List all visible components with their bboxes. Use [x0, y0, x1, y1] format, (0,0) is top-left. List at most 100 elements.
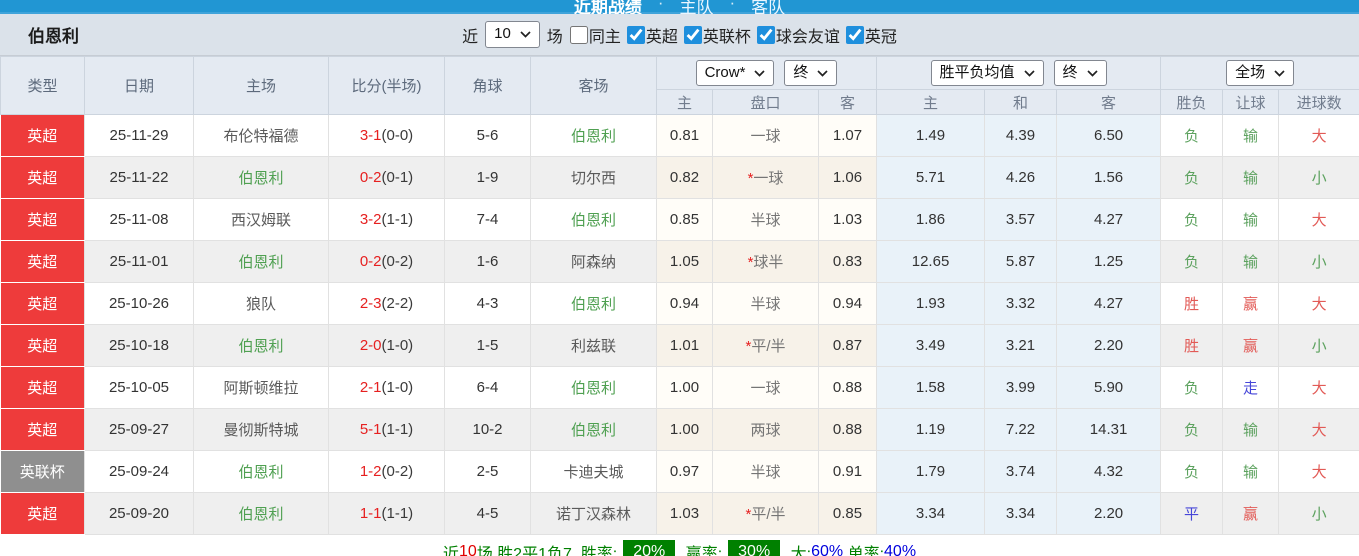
bookmaker-time-select[interactable]: 终: [784, 59, 838, 87]
home-team: 狼队: [193, 282, 329, 325]
home-team: 曼彻斯特城: [193, 408, 329, 451]
handicap-line-cell: *一球: [712, 156, 819, 199]
chevron-down-icon: [817, 69, 829, 77]
goals-result: 大: [1278, 408, 1359, 451]
avg-win-odds: 1.86: [876, 198, 986, 241]
halftime-score: (0-2): [381, 463, 414, 480]
halftime-score: (1-1): [381, 505, 414, 522]
league-filter[interactable]: 英冠: [845, 23, 897, 47]
summary-record: 场,胜2平1负7, 胜率:: [476, 545, 618, 556]
match-row: 英超 25-11-29 布伦特福德 3-1(0-0) 5-6 伯恩利 0.81 …: [0, 114, 1359, 157]
col-header-away: 客场: [530, 56, 657, 115]
outcome-result: 平: [1160, 492, 1224, 535]
handicap-away-odds: 0.83: [817, 240, 878, 283]
handicap-away-odds: 1.06: [817, 156, 878, 199]
avg-odds-select[interactable]: 胜平负均值: [930, 59, 1044, 87]
subcol-avg-win: 主: [876, 89, 986, 115]
fulltime-score: 3-1: [359, 127, 382, 144]
goals-result: 大: [1278, 366, 1359, 409]
subcol-avg-draw: 和: [984, 89, 1058, 115]
avg-draw-odds: 3.74: [984, 450, 1058, 493]
match-date: 25-11-22: [84, 156, 194, 199]
halftime-score: (1-1): [381, 211, 414, 228]
handicap-group-header: Crow* 终: [655, 56, 878, 90]
match-date: 25-09-24: [84, 450, 194, 493]
avg-win-odds: 1.49: [876, 114, 986, 157]
league-filter-checkbox[interactable]: [626, 25, 645, 44]
tab-home-team[interactable]: 主队: [680, 0, 714, 14]
corner-score: 5-6: [444, 114, 531, 157]
league-cell: 英超: [0, 282, 85, 325]
chevron-down-icon: [1023, 69, 1035, 77]
handicap-line: 一球: [750, 128, 781, 145]
summary-bar: 近 10 场,胜2平1负7, 胜率: 20% 赢率: 30% 大: 60% 单率…: [0, 535, 1359, 556]
home-team: 阿斯顿维拉: [193, 366, 329, 409]
handicap-home-odds: 0.85: [656, 198, 713, 241]
summary-big-pct: 60%: [811, 542, 844, 556]
top-nav-bar: 近期战绩 · 主队 · 客队: [0, 0, 1359, 14]
league-filter-checkbox[interactable]: [845, 25, 864, 44]
handicap-away-odds: 0.87: [817, 324, 878, 367]
corner-score: 4-5: [444, 492, 531, 535]
avg-draw-odds: 3.57: [984, 198, 1058, 241]
tab-away-team[interactable]: 客队: [751, 0, 785, 14]
league-filter-label: 同主: [588, 28, 621, 46]
halftime-score: (1-0): [381, 379, 414, 396]
outcome-result: 负: [1160, 198, 1224, 241]
col-header-home: 主场: [193, 56, 329, 115]
halftime-score: (0-2): [381, 253, 414, 270]
league-filter[interactable]: 球会友谊: [756, 23, 840, 47]
outcome-result: 负: [1160, 408, 1224, 451]
col-header-date: 日期: [84, 56, 194, 115]
away-team: 阿森纳: [530, 240, 657, 283]
league-filter-checkbox[interactable]: [569, 25, 588, 44]
subcol-spread: 让球: [1222, 89, 1280, 115]
col-header-type: 类型: [0, 56, 85, 115]
handicap-away-odds: 0.85: [817, 492, 878, 535]
score-cell: 2-3(2-2): [328, 282, 445, 325]
league-badge: 英联杯: [0, 451, 84, 492]
score-cell: 1-1(1-1): [328, 492, 445, 535]
league-filter-checkbox[interactable]: [756, 25, 775, 44]
league-filter[interactable]: 英超: [626, 23, 678, 47]
match-date: 25-09-20: [84, 492, 194, 535]
handicap-home-odds: 1.05: [656, 240, 713, 283]
league-filter[interactable]: 英联杯: [683, 23, 751, 47]
home-team: 伯恩利: [193, 492, 329, 535]
league-filter-label: 英联杯: [702, 28, 751, 46]
halftime-score: (2-2): [381, 295, 414, 312]
league-filter[interactable]: 同主: [569, 23, 621, 47]
scope-select-value: 全场: [1235, 63, 1266, 81]
home-team: 布伦特福德: [193, 114, 329, 157]
handicap-home-odds: 0.94: [656, 282, 713, 325]
handicap-line: 一球: [753, 170, 784, 187]
away-team: 诺丁汉森林: [530, 492, 657, 535]
league-cell: 英超: [0, 156, 85, 199]
match-row: 英超 25-09-27 曼彻斯特城 5-1(1-1) 10-2 伯恩利 1.00…: [0, 408, 1359, 451]
avg-time-select[interactable]: 终: [1053, 59, 1107, 87]
away-team: 卡迪夫城: [530, 450, 657, 493]
handicap-line-cell: 半球: [712, 198, 819, 241]
spread-result: 走: [1222, 366, 1280, 409]
top-nav-separator: ·: [657, 0, 664, 12]
corner-score: 1-9: [444, 156, 531, 199]
avg-win-odds: 1.93: [876, 282, 986, 325]
fulltime-score: 3-2: [359, 211, 382, 228]
handicap-line-cell: 两球: [712, 408, 819, 451]
avg-draw-odds: 3.99: [984, 366, 1058, 409]
league-cell: 英超: [0, 324, 85, 367]
chevron-down-icon: [1274, 69, 1285, 77]
handicap-line: 球半: [753, 254, 784, 271]
match-count-select[interactable]: 10: [485, 21, 540, 48]
bookmaker-select[interactable]: Crow*: [695, 59, 775, 87]
corner-score: 6-4: [444, 366, 531, 409]
summary-win-label: 赢率:: [681, 545, 723, 556]
summary-single-pct: 40%: [884, 542, 917, 556]
summary-single-label: 单率:: [843, 545, 885, 556]
score-cell: 0-2(0-2): [328, 240, 445, 283]
scope-select[interactable]: 全场: [1226, 59, 1295, 87]
halftime-score: (0-0): [381, 127, 414, 144]
league-filter-checkbox[interactable]: [683, 25, 702, 44]
league-filter-label: 英超: [645, 28, 678, 46]
away-team: 伯恩利: [530, 366, 657, 409]
